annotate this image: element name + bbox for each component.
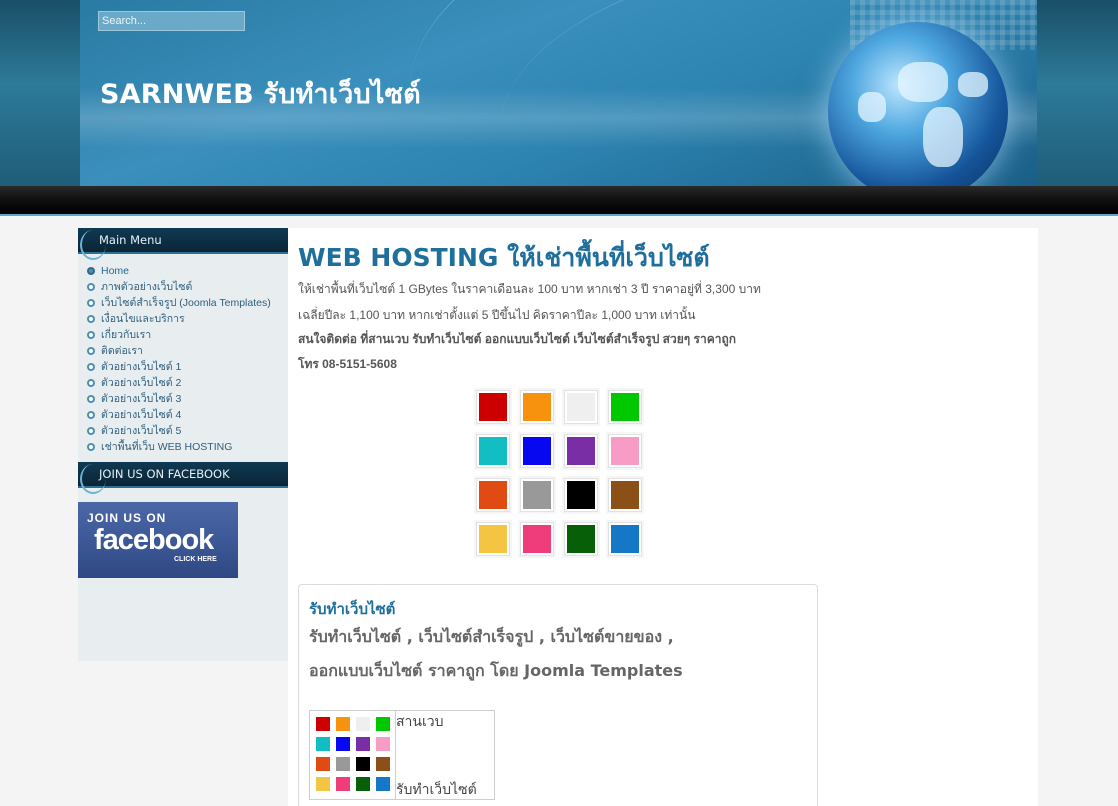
- facebook-banner-join: JOIN US ON: [87, 511, 167, 525]
- menu-item-example-1[interactable]: ตัวอย่างเว็บไซต์ 1: [78, 360, 288, 376]
- main-menu-header: Main Menu: [78, 228, 288, 260]
- color-swatch: [608, 522, 642, 556]
- color-swatch: [476, 390, 510, 424]
- color-swatch: [476, 522, 510, 556]
- mini-color-swatch: [316, 757, 330, 771]
- mini-table: สานเวบ รับทำเว็บไซต์: [309, 710, 495, 800]
- color-swatch: [608, 390, 642, 424]
- bullet-icon: [87, 395, 95, 403]
- menu-item-example-2[interactable]: ตัวอย่างเว็บไซต์ 2: [78, 376, 288, 392]
- mini-color-swatch: [316, 717, 330, 731]
- bullet-icon: [87, 427, 95, 435]
- menu-item-about[interactable]: เกี่ยวกับเรา: [78, 328, 288, 344]
- color-swatch: [520, 390, 554, 424]
- color-swatch: [520, 522, 554, 556]
- mini-table-text: สานเวบ: [396, 714, 444, 730]
- paragraph-line: เฉลี่ยปีละ 1,100 บาท หากเช่าตั้งแต่ 5 ปี…: [298, 308, 696, 322]
- article-subtitle: ออกแบบเว็บไซต์ ราคาถูก โดย Joomla Templa…: [309, 661, 683, 680]
- menu-item-terms[interactable]: เงื่อนไขและบริการ: [78, 312, 288, 328]
- facebook-module-header: JOIN US ON FACEBOOK: [78, 462, 288, 494]
- color-swatch: [520, 478, 554, 512]
- bullet-icon: [87, 443, 95, 451]
- main-menu-title: Main Menu: [99, 233, 162, 247]
- site-title: SARNWEB รับทำเว็บไซต์: [100, 79, 421, 110]
- article-subtitle: รับทำเว็บไซต์ , เว็บไซต์สำเร็จรูป , เว็บ…: [309, 627, 674, 646]
- color-swatch: [564, 478, 598, 512]
- page-title: WEB HOSTING ให้เช่าพื้นที่เว็บไซต์: [298, 243, 710, 272]
- facebook-banner[interactable]: JOIN US ON facebook CLICK HERE: [78, 502, 238, 578]
- bullet-icon: [87, 347, 95, 355]
- bullet-icon: [87, 267, 95, 275]
- color-swatch: [564, 390, 598, 424]
- nav-bar: [0, 186, 1118, 216]
- menu-item-example-5[interactable]: ตัวอย่างเว็บไซต์ 5: [78, 424, 288, 440]
- color-swatch: [608, 478, 642, 512]
- facebook-logo: facebook: [94, 524, 214, 556]
- menu-item-templates[interactable]: เว็บไซต์สำเร็จรูป (Joomla Templates): [78, 296, 288, 312]
- color-swatch: [564, 522, 598, 556]
- menu-item-example-3[interactable]: ตัวอย่างเว็บไซต์ 3: [78, 392, 288, 408]
- facebook-module-title: JOIN US ON FACEBOOK: [99, 467, 230, 481]
- menu-item-gallery[interactable]: ภาพตัวอย่างเว็บไซต์: [78, 280, 288, 296]
- mini-color-swatch: [356, 757, 370, 771]
- mini-color-swatch: [316, 777, 330, 791]
- bullet-icon: [87, 331, 95, 339]
- main-menu: Home ภาพตัวอย่างเว็บไซต์ เว็บไซต์สำเร็จร…: [78, 254, 288, 456]
- color-swatch: [476, 478, 510, 512]
- mini-swatch-grid: [310, 711, 396, 799]
- paragraph-line: สนใจติดต่อ ที่สานเวบ รับทำเว็บไซต์ ออกแบ…: [298, 332, 737, 346]
- mini-color-swatch: [336, 717, 350, 731]
- menu-item-home[interactable]: Home: [78, 264, 288, 280]
- color-swatch: [476, 434, 510, 468]
- mini-color-swatch: [376, 757, 390, 771]
- bullet-icon: [87, 283, 95, 291]
- menu-item-contact[interactable]: ติดต่อเรา: [78, 344, 288, 360]
- mini-color-swatch: [356, 777, 370, 791]
- bullet-icon: [87, 379, 95, 387]
- sidebar: Main Menu Home ภาพตัวอย่างเว็บไซต์ เว็บไ…: [78, 228, 288, 661]
- search-input[interactable]: [98, 11, 245, 31]
- mini-color-swatch: [336, 737, 350, 751]
- facebook-banner-click: CLICK HERE: [174, 556, 217, 563]
- phone-number: โทร 08-5151-5608: [298, 357, 397, 371]
- mini-color-swatch: [356, 737, 370, 751]
- mini-color-swatch: [356, 717, 370, 731]
- mini-color-swatch: [316, 737, 330, 751]
- color-swatch: [520, 434, 554, 468]
- menu-item-web-hosting[interactable]: เช่าพื้นที่เว็บ WEB HOSTING: [78, 440, 288, 456]
- article-box: รับทำเว็บไซต์ รับทำเว็บไซต์ , เว็บไซต์สำ…: [298, 584, 818, 806]
- article-title[interactable]: รับทำเว็บไซต์: [309, 597, 395, 621]
- mini-color-swatch: [376, 717, 390, 731]
- color-swatch: [608, 434, 642, 468]
- color-swatch-grid: [472, 386, 648, 562]
- mini-color-swatch: [376, 737, 390, 751]
- color-swatch: [564, 434, 598, 468]
- mini-color-swatch: [336, 757, 350, 771]
- mini-color-swatch: [336, 777, 350, 791]
- mini-color-swatch: [376, 777, 390, 791]
- main-content: WEB HOSTING ให้เช่าพื้นที่เว็บไซต์ ให้เช…: [288, 228, 1038, 806]
- menu-item-example-4[interactable]: ตัวอย่างเว็บไซต์ 4: [78, 408, 288, 424]
- bullet-icon: [87, 315, 95, 323]
- paragraph-line: ให้เช่าพื้นที่เว็บไซต์ 1 GBytes ในราคาเด…: [298, 282, 761, 296]
- mini-table-text: รับทำเว็บไซต์: [396, 782, 477, 798]
- bullet-icon: [87, 363, 95, 371]
- bullet-icon: [87, 411, 95, 419]
- bullet-icon: [87, 299, 95, 307]
